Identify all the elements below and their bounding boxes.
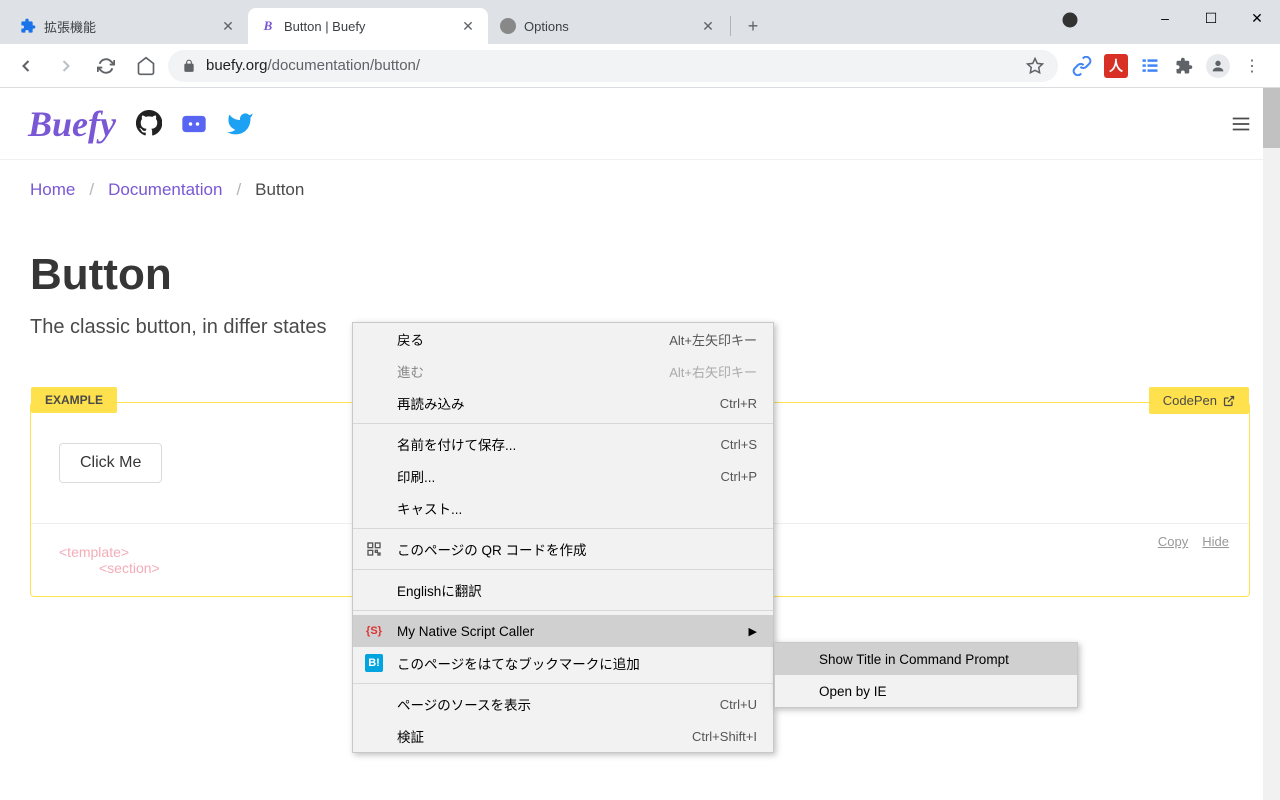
menu-icon[interactable]: ⋮ xyxy=(1240,54,1264,78)
breadcrumb-home[interactable]: Home xyxy=(30,180,75,200)
browser-tab-active[interactable]: B Button | Buefy ✕ xyxy=(248,8,488,44)
puzzle-icon xyxy=(20,18,36,34)
ctx-reload[interactable]: 再読み込み Ctrl+R xyxy=(353,387,773,419)
reload-button[interactable] xyxy=(88,48,124,84)
close-icon[interactable]: ✕ xyxy=(700,18,716,34)
external-link-icon xyxy=(1223,395,1235,407)
ctx-back[interactable]: 戻る Alt+左矢印キー xyxy=(353,323,773,355)
page-subtitle: The classic button, in differ states xyxy=(30,312,390,342)
hide-button[interactable]: Hide xyxy=(1202,534,1229,549)
ctx-view-source[interactable]: ページのソースを表示 Ctrl+U xyxy=(353,688,773,720)
ctx-separator xyxy=(353,569,773,570)
scroll-thumb[interactable] xyxy=(1263,88,1280,148)
hatena-icon: B! xyxy=(365,654,383,672)
ctx-forward[interactable]: 進む Alt+右矢印キー xyxy=(353,355,773,387)
ctx-show-title[interactable]: Show Title in Command Prompt xyxy=(775,643,1077,675)
list-icon[interactable] xyxy=(1138,54,1162,78)
browser-tab[interactable]: Options ✕ xyxy=(488,8,728,44)
github-icon[interactable] xyxy=(136,110,162,138)
code-actions: Copy Hide xyxy=(1158,534,1229,549)
breadcrumb-sep: / xyxy=(236,180,241,200)
context-menu: 戻る Alt+左矢印キー 進む Alt+右矢印キー 再読み込み Ctrl+R 名… xyxy=(352,322,774,753)
close-icon[interactable]: ✕ xyxy=(220,18,236,34)
breadcrumb: Home / Documentation / Button xyxy=(30,180,1250,200)
tab-title: Options xyxy=(524,19,692,34)
ctx-separator xyxy=(353,683,773,684)
copy-button[interactable]: Copy xyxy=(1158,534,1188,549)
extension-icons: 人 ⋮ xyxy=(1062,54,1272,78)
clip-icon[interactable] xyxy=(1070,54,1094,78)
close-window-button[interactable]: ✕ xyxy=(1234,0,1280,36)
script-icon: {S} xyxy=(365,622,383,640)
social-links xyxy=(136,110,254,138)
ctx-save-as[interactable]: 名前を付けて保存... Ctrl+S xyxy=(353,428,773,460)
example-label: EXAMPLE xyxy=(31,387,117,413)
qr-icon xyxy=(365,540,383,558)
breadcrumb-docs[interactable]: Documentation xyxy=(108,180,222,200)
window-controls: – ☐ ✕ xyxy=(1142,0,1280,36)
breadcrumb-sep: / xyxy=(89,180,94,200)
forward-button[interactable] xyxy=(48,48,84,84)
tab-separator xyxy=(730,16,731,36)
maximize-button[interactable]: ☐ xyxy=(1188,0,1234,36)
site-header: Buefy xyxy=(0,88,1280,160)
ctx-separator xyxy=(353,528,773,529)
address-bar: buefy.org/documentation/button/ 人 ⋮ xyxy=(0,44,1280,88)
tab-title: 拡張機能 xyxy=(44,17,212,36)
ctx-separator xyxy=(353,610,773,611)
shield-icon[interactable] xyxy=(1060,10,1080,30)
hamburger-menu-icon[interactable] xyxy=(1230,113,1252,135)
back-button[interactable] xyxy=(8,48,44,84)
ctx-native-script-caller[interactable]: {S} My Native Script Caller ▶ xyxy=(353,615,773,647)
home-button[interactable] xyxy=(128,48,164,84)
ctx-qr-code[interactable]: このページの QR コードを作成 xyxy=(353,533,773,565)
page-title: Button xyxy=(30,250,1250,300)
twitter-icon[interactable] xyxy=(226,110,254,138)
close-icon[interactable]: ✕ xyxy=(460,18,476,34)
ctx-inspect[interactable]: 検証 Ctrl+Shift+I xyxy=(353,720,773,752)
ctx-cast[interactable]: キャスト... xyxy=(353,492,773,524)
ctx-separator xyxy=(353,423,773,424)
lock-icon xyxy=(182,59,196,73)
ctx-hatena-bookmark[interactable]: B! このページをはてなブックマークに追加 xyxy=(353,647,773,679)
codepen-button[interactable]: CodePen xyxy=(1149,387,1249,414)
extensions-icon[interactable] xyxy=(1172,54,1196,78)
buefy-logo[interactable]: Buefy xyxy=(28,103,116,145)
tab-title: Button | Buefy xyxy=(284,19,452,34)
scrollbar[interactable] xyxy=(1263,88,1280,800)
context-submenu: Show Title in Command Prompt Open by IE xyxy=(774,642,1078,708)
ctx-open-ie[interactable]: Open by IE xyxy=(775,675,1077,707)
browser-tab[interactable]: 拡張機能 ✕ xyxy=(8,8,248,44)
ctx-print[interactable]: 印刷... Ctrl+P xyxy=(353,460,773,492)
breadcrumb-current: Button xyxy=(255,180,304,200)
globe-icon xyxy=(500,18,516,34)
url-host: buefy.org/documentation/button/ xyxy=(206,57,420,74)
new-tab-button[interactable]: + xyxy=(739,12,767,40)
minimize-button[interactable]: – xyxy=(1142,0,1188,36)
codepen-label-text: CodePen xyxy=(1163,393,1217,408)
chevron-right-icon: ▶ xyxy=(749,625,757,638)
pdf-icon[interactable]: 人 xyxy=(1104,54,1128,78)
ctx-translate[interactable]: Englishに翻訳 xyxy=(353,574,773,606)
discord-icon[interactable] xyxy=(180,110,208,138)
browser-tab-bar: 拡張機能 ✕ B Button | Buefy ✕ Options ✕ + – … xyxy=(0,0,1280,44)
url-field[interactable]: buefy.org/documentation/button/ xyxy=(168,50,1058,82)
profile-icon[interactable] xyxy=(1206,54,1230,78)
bookmark-star-icon[interactable] xyxy=(1026,57,1044,75)
buefy-favicon: B xyxy=(260,18,276,34)
demo-button[interactable]: Click Me xyxy=(59,443,162,483)
